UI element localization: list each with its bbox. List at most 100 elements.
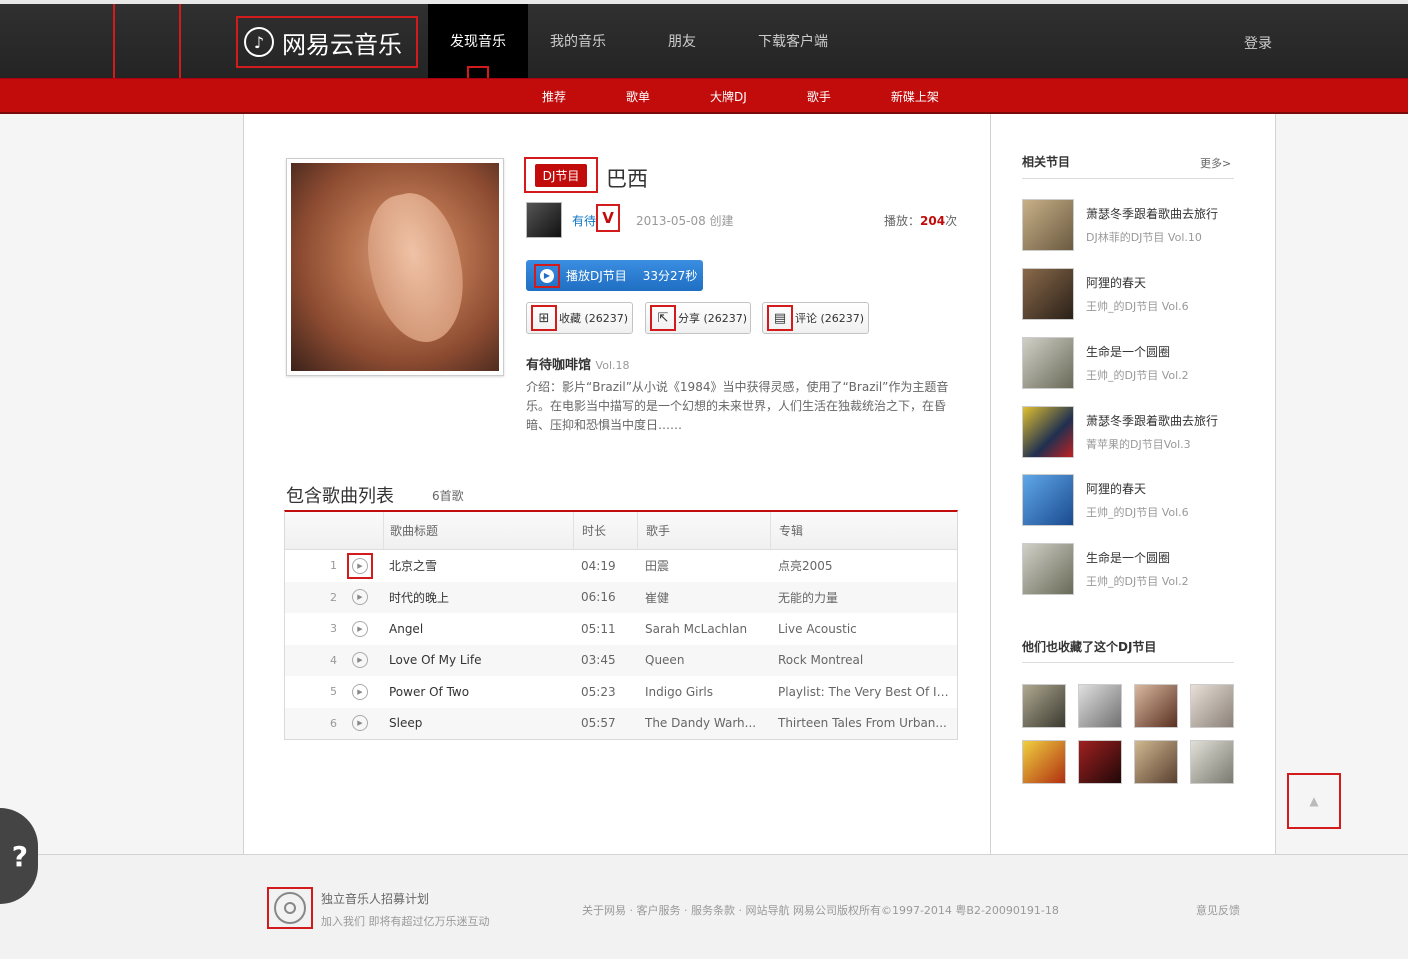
verified-badge: V <box>596 204 620 232</box>
cover-image <box>291 163 499 371</box>
songlist-count: 6首歌 <box>432 489 464 503</box>
program-title: 巴西 <box>606 167 648 191</box>
collector-avatar[interactable] <box>1134 740 1178 784</box>
songlist-title: 包含歌曲列表 <box>286 486 394 507</box>
song-title[interactable]: 北京之雪 <box>383 557 573 574</box>
song-album[interactable]: 点亮2005 <box>770 557 950 574</box>
subnav-new-albums[interactable]: 新碟上架 <box>891 88 939 105</box>
collector-avatar[interactable] <box>1022 740 1066 784</box>
play-icon[interactable]: ▶ <box>347 552 373 579</box>
collect-button[interactable]: ⊞ 收藏 (26237) <box>526 302 633 334</box>
logo-text: 网易云音乐 <box>282 30 402 59</box>
related-program[interactable]: 萧瑟冬季跟着歌曲去旅行 菁苹果的DJ节目Vol.3 <box>1022 406 1236 460</box>
program-description: 介绍：影片“Brazil”从小说《1984》当中获得灵感，使用了“Brazil”… <box>526 380 949 432</box>
song-artist[interactable]: Sarah McLachlan <box>637 622 770 636</box>
song-album[interactable]: Rock Montreal <box>770 653 950 667</box>
table-row: 3 ▶ Angel 05:11 Sarah McLachlan Live Aco… <box>285 613 957 645</box>
nav-my-music[interactable]: 我的音乐 <box>528 4 628 78</box>
program-thumb[interactable] <box>1022 268 1074 320</box>
nav-friends[interactable]: 朋友 <box>628 4 736 78</box>
program-thumb[interactable] <box>1022 543 1074 595</box>
author-name[interactable]: 有待 <box>572 212 596 229</box>
song-artist[interactable]: Indigo Girls <box>637 685 770 699</box>
table-row: 6 ▶ Sleep 05:57 The Dandy Warh... Thirte… <box>285 707 957 739</box>
subnav-playlists[interactable]: 歌单 <box>626 88 650 105</box>
musician-plan-sub: 加入我们 即将有超过亿万乐迷互动 <box>321 915 490 928</box>
collector-avatar[interactable] <box>1190 740 1234 784</box>
program-duration: 33分27秒 <box>642 269 698 283</box>
table-row: 5 ▶ Power Of Two 05:23 Indigo Girls Play… <box>330 683 950 700</box>
header-title: 歌曲标题 <box>383 511 573 550</box>
song-title[interactable]: Power Of Two <box>383 685 573 699</box>
collector-avatar[interactable] <box>1078 684 1122 728</box>
related-program[interactable]: 阿狸的春天 王帅_的DJ节目 Vol.6 <box>1022 474 1236 528</box>
song-title[interactable]: Love Of My Life <box>383 653 573 667</box>
table-row: 2 ▶ 时代的晚上 06:16 崔健 无能的力量 <box>285 581 957 613</box>
song-artist[interactable]: 田震 <box>637 557 770 574</box>
related-program[interactable]: 生命是一个圆圈 王帅_的DJ节目 Vol.2 <box>1022 337 1236 391</box>
sidebar-divider <box>990 114 991 854</box>
header-duration: 时长 <box>573 511 637 550</box>
song-title[interactable]: Angel <box>383 622 573 636</box>
collector-avatar[interactable] <box>1190 684 1234 728</box>
song-album[interactable]: Thirteen Tales From Urban... <box>770 716 950 730</box>
song-artist[interactable]: 崔健 <box>637 589 770 606</box>
related-program[interactable]: 生命是一个圆圈 王帅_的DJ节目 Vol.2 <box>1022 543 1236 597</box>
program-thumb[interactable] <box>1022 199 1074 251</box>
play-icon[interactable]: ▶ <box>352 683 368 700</box>
divider <box>1022 178 1234 179</box>
collector-avatar[interactable] <box>1078 740 1122 784</box>
logo[interactable]: ♪ 网易云音乐 <box>236 16 418 68</box>
share-button[interactable]: ⇱ 分享 (26237) <box>645 302 751 334</box>
program-cover <box>286 158 504 376</box>
program-thumb[interactable] <box>1022 474 1074 526</box>
back-to-top-button[interactable]: ▲ <box>1287 773 1341 829</box>
header-artist: 歌手 <box>637 511 770 550</box>
subnav-dj[interactable]: 大牌DJ <box>710 88 747 105</box>
collector-avatar[interactable] <box>1022 684 1066 728</box>
play-button-label: 播放DJ节目 <box>566 269 627 283</box>
song-title[interactable]: 时代的晚上 <box>383 589 573 606</box>
play-icon[interactable]: ▶ <box>352 652 368 669</box>
related-title: 相关节目 <box>1022 155 1071 169</box>
header-album: 专辑 <box>770 511 950 550</box>
dj-tag: DJ节目 <box>524 157 598 193</box>
play-icon[interactable]: ▶ <box>352 620 368 637</box>
divider <box>1022 662 1234 663</box>
musician-plan-logo[interactable] <box>267 887 313 929</box>
feedback-link[interactable]: 意见反馈 <box>1196 902 1240 918</box>
footer-links[interactable]: 关于网易 · 客户服务 · 服务条款 · 网站导航 网易公司版权所有©1997-… <box>582 902 1059 918</box>
song-artist[interactable]: The Dandy Warh... <box>637 716 770 730</box>
table-row: 1 ▶ 北京之雪 04:19 田震 点亮2005 <box>285 550 957 582</box>
top-nav: 发现音乐 我的音乐 朋友 下载客户端 <box>428 4 850 78</box>
share-icon: ⇱ <box>650 305 676 331</box>
related-program[interactable]: 萧瑟冬季跟着歌曲去旅行 DJ林菲的DJ节目 Vol.10 <box>1022 199 1236 253</box>
arrow-up-icon: ▲ <box>1309 794 1319 808</box>
login-link[interactable]: 登录 <box>1244 33 1272 53</box>
play-program-button[interactable]: ▶ 播放DJ节目 33分27秒 <box>526 260 703 291</box>
program-thumb[interactable] <box>1022 337 1074 389</box>
song-album[interactable]: Playlist: The Very Best Of In... <box>770 685 950 699</box>
play-icon[interactable]: ▶ <box>352 715 368 732</box>
radio-name[interactable]: 有待咖啡馆 Vol.18 <box>526 354 630 373</box>
related-program[interactable]: 阿狸的春天 王帅_的DJ节目 Vol.6 <box>1022 268 1236 322</box>
collector-avatar[interactable] <box>1134 684 1178 728</box>
song-album[interactable]: Live Acoustic <box>770 622 950 636</box>
song-artist[interactable]: Queen <box>637 653 770 667</box>
created-date: 2013-05-08 创建 <box>636 214 734 228</box>
more-link[interactable]: 更多> <box>1200 155 1231 171</box>
comment-button[interactable]: ▤ 评论 (26237) <box>762 302 869 334</box>
song-album[interactable]: 无能的力量 <box>770 589 950 606</box>
play-icon: ▶ <box>534 263 560 288</box>
disc-icon <box>274 892 306 924</box>
subnav-artists[interactable]: 歌手 <box>807 88 831 105</box>
musician-plan-title[interactable]: 独立音乐人招募计划 <box>321 890 429 907</box>
nav-download[interactable]: 下载客户端 <box>736 4 850 78</box>
song-title[interactable]: Sleep <box>383 716 573 730</box>
program-thumb[interactable] <box>1022 406 1074 458</box>
author-avatar[interactable] <box>526 202 562 238</box>
subnav-recommend[interactable]: 推荐 <box>542 88 566 105</box>
folder-plus-icon: ⊞ <box>531 305 557 331</box>
play-icon[interactable]: ▶ <box>352 589 368 606</box>
comment-icon: ▤ <box>767 305 793 331</box>
